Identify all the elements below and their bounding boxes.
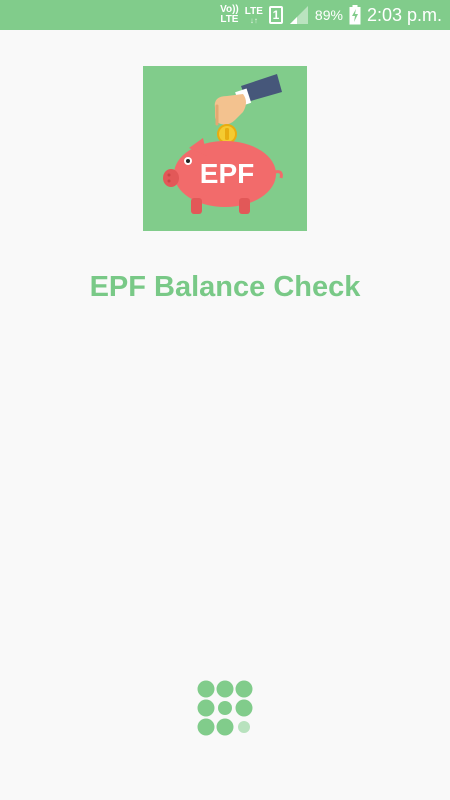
loader-dot	[197, 699, 215, 717]
loader-dot	[238, 721, 250, 733]
network-type: LTE	[244, 5, 263, 17]
battery-percent: 89%	[314, 7, 343, 23]
status-bar: Vo)) LTE LTE ↓↑ 1 89% 2:03 p.m.	[0, 0, 450, 30]
network-indicator: LTE ↓↑	[245, 6, 263, 25]
loader-dot	[218, 701, 232, 715]
loader-dot	[235, 699, 253, 717]
sim-slot: 1	[272, 8, 280, 22]
app-logo: EPF	[143, 66, 307, 231]
loader-dot	[235, 680, 253, 698]
data-activity-icon: ↓↑	[249, 15, 258, 25]
volte-indicator: Vo)) LTE	[220, 5, 239, 25]
loader-dot	[216, 718, 234, 736]
sim-icon: 1	[268, 6, 283, 24]
loading-dots-icon	[196, 679, 256, 739]
status-time: 2:03 p.m.	[366, 4, 442, 25]
loader-dot	[197, 680, 215, 698]
app-title: EPF Balance Check	[89, 271, 361, 303]
loader-dot	[197, 718, 215, 736]
signal-icon	[289, 5, 309, 25]
volte-line2: LTE	[220, 14, 239, 25]
sim-indicator: 1	[268, 6, 283, 24]
loader-dot	[216, 680, 234, 698]
battery-charging-icon	[349, 5, 361, 25]
logo-text: EPF	[200, 158, 254, 189]
